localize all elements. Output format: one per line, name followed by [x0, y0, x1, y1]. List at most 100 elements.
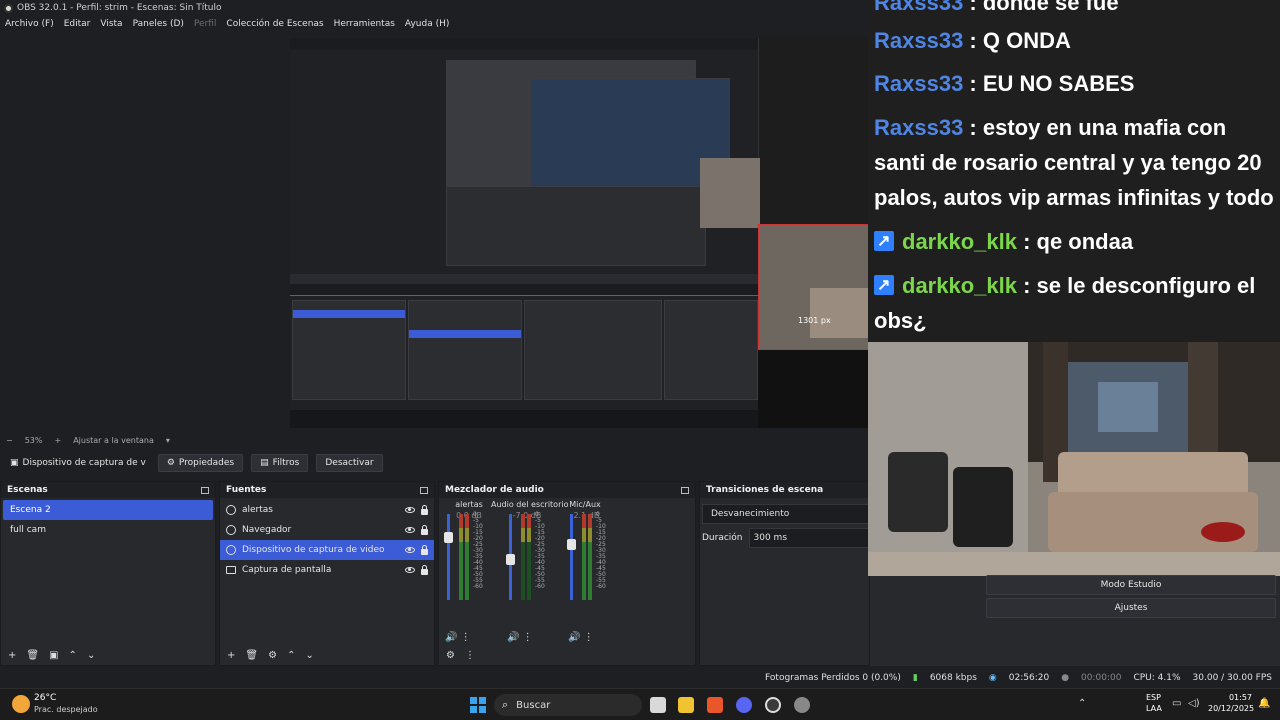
- gear-icon[interactable]: ⚙: [446, 650, 455, 661]
- brave-icon[interactable]: [707, 697, 723, 713]
- volume-fader[interactable]: [447, 514, 450, 600]
- menu-perfil[interactable]: Perfil: [194, 19, 217, 29]
- menu-coleccion[interactable]: Colección de Escenas: [226, 19, 323, 29]
- chevron-down-icon[interactable]: ▾: [166, 436, 170, 445]
- menu-archivo[interactable]: Archivo (F): [5, 19, 54, 29]
- stream-time: 02:56:20: [1008, 673, 1050, 683]
- language-layout[interactable]: LAA: [1146, 704, 1162, 713]
- notifications-icon[interactable]: 🔔: [1258, 698, 1270, 709]
- clock-date[interactable]: 20/12/2025: [1208, 704, 1254, 713]
- volume-fader[interactable]: [570, 514, 573, 600]
- settings-button[interactable]: Ajustes: [986, 598, 1276, 618]
- kick-icon: [874, 269, 894, 303]
- fader-knob[interactable]: [444, 532, 453, 543]
- room-image: [868, 342, 1280, 576]
- settings-app-icon[interactable]: [794, 697, 810, 713]
- weather-temp[interactable]: 26°C: [34, 693, 56, 703]
- transition-select[interactable]: Desvanecimiento: [702, 504, 869, 524]
- fit-window-label[interactable]: Ajustar a la ventana: [73, 436, 154, 445]
- source-item[interactable]: alertas: [220, 500, 434, 520]
- visibility-icon[interactable]: [405, 567, 415, 573]
- trash-icon[interactable]: 🗑: [245, 650, 258, 661]
- obs-icon[interactable]: [765, 697, 781, 713]
- clock-time[interactable]: 01:57: [1212, 693, 1252, 702]
- mixer-meters: 0 -5 -10 -15 -20 -25 -30 -35 -40 -45 -50 -55 -60 🔊 ⋮ 0…: [439, 482, 697, 667]
- lock-icon[interactable]: [421, 524, 428, 535]
- fader-knob[interactable]: [506, 553, 515, 565]
- visibility-icon[interactable]: [405, 507, 415, 513]
- source-item[interactable]: Navegador: [220, 520, 434, 540]
- volume-icon[interactable]: ◁): [1188, 698, 1200, 709]
- filters-button[interactable]: ▤ Filtros: [251, 454, 309, 472]
- visibility-icon[interactable]: [405, 547, 415, 553]
- meter-ticks: 0 -5 -10 -15 -20 -25 -30 -35 -40 -45 -50 -55 -60: [473, 512, 483, 590]
- undock-icon[interactable]: [201, 486, 209, 494]
- window-title: OBS 32.0.1 - Perfil: strim - Escenas: Si…: [17, 3, 222, 13]
- up-icon[interactable]: ⌃: [69, 650, 77, 661]
- lock-icon[interactable]: [421, 544, 428, 555]
- globe-icon: [226, 525, 236, 535]
- scene-item[interactable]: Escena 2: [3, 500, 213, 520]
- gear-icon[interactable]: ⚙: [268, 650, 277, 661]
- zoom-in-icon[interactable]: +: [54, 436, 61, 445]
- chat-username: Raxss33: [874, 115, 964, 140]
- source-item[interactable]: Captura de pantalla: [220, 560, 434, 580]
- discord-icon[interactable]: [736, 697, 752, 713]
- zoom-value: 53%: [24, 435, 43, 445]
- down-icon[interactable]: ⌄: [305, 650, 313, 661]
- speaker-icon[interactable]: 🔊 ⋮: [568, 632, 594, 643]
- trash-icon[interactable]: 🗑: [26, 650, 39, 661]
- chat-message: palos, autos vip armas infinitas y todo: [874, 181, 1274, 215]
- studio-mode-button[interactable]: Modo Estudio: [986, 575, 1276, 595]
- record-time: 00:00:00: [1081, 673, 1122, 683]
- signal-icon: ▮: [912, 673, 918, 683]
- scene-item[interactable]: full cam: [3, 520, 213, 540]
- menu-herramientas[interactable]: Herramientas: [334, 19, 395, 29]
- more-icon[interactable]: ⋮: [465, 650, 475, 661]
- speaker-icon[interactable]: 🔊 ⋮: [507, 632, 533, 643]
- windows-start-icon[interactable]: [470, 697, 486, 713]
- menu-editar[interactable]: Editar: [64, 19, 91, 29]
- menu-vista[interactable]: Vista: [100, 19, 122, 29]
- lock-icon[interactable]: [421, 564, 428, 575]
- file-explorer-icon[interactable]: [678, 697, 694, 713]
- transitions-header: Transiciones de escena: [700, 482, 869, 498]
- source-item[interactable]: Dispositivo de captura de video: [220, 540, 434, 560]
- gear-icon: ⚙: [166, 458, 175, 468]
- undock-icon[interactable]: [420, 486, 428, 494]
- speaker-icon[interactable]: 🔊 ⋮: [445, 632, 471, 643]
- meter-ticks: 0 -5 -10 -15 -20 -25 -30 -35 -40 -45 -50 -55 -60: [535, 512, 545, 590]
- weather-desc[interactable]: Prac. despejado: [34, 705, 98, 714]
- down-icon[interactable]: ⌄: [87, 650, 95, 661]
- duration-input[interactable]: 300 ms: [748, 528, 869, 548]
- scenes-dock: Escenas Escena 2 full cam + 🗑 ▣ ⌃ ⌄: [0, 481, 216, 666]
- deactivate-button[interactable]: Desactivar: [316, 454, 383, 472]
- lock-icon[interactable]: [421, 504, 428, 515]
- chat-message: Raxss33 : donde se fue: [874, 0, 1119, 20]
- visibility-icon[interactable]: [405, 527, 415, 533]
- up-icon[interactable]: ⌃: [287, 650, 295, 661]
- menu-ayuda[interactable]: Ayuda (H): [405, 19, 449, 29]
- meter-ticks: 0 -5 -10 -15 -20 -25 -30 -35 -40 -45 -50 -55 -60: [596, 512, 606, 590]
- fader-knob[interactable]: [567, 538, 576, 550]
- tray-chevron-icon[interactable]: ⌃: [1078, 698, 1086, 709]
- chat-message: Raxss33 : Q ONDA: [874, 24, 1071, 58]
- menu-paneles[interactable]: Paneles (D): [133, 19, 184, 29]
- network-icon[interactable]: ▭: [1172, 698, 1181, 709]
- chat-username: Raxss33: [874, 28, 964, 53]
- task-view-icon[interactable]: [650, 697, 666, 713]
- filter-icon[interactable]: ▣: [49, 650, 58, 661]
- status-bar: Fotogramas Perdidos 0 (0.0%) ▮ 6068 kbps…: [0, 670, 1280, 686]
- add-icon[interactable]: +: [8, 650, 16, 661]
- chat-text: obs¿: [874, 308, 927, 333]
- properties-button[interactable]: ⚙ Propiedades: [157, 454, 244, 472]
- chat-message: santi de rosario central y ya tengo 20: [874, 146, 1262, 180]
- monitor-icon: [226, 566, 236, 574]
- bitrate: 6068 kbps: [929, 673, 977, 683]
- scenes-header: Escenas: [1, 482, 215, 498]
- language-code[interactable]: ESP: [1146, 693, 1161, 702]
- taskbar-search[interactable]: ⌕ Buscar: [494, 694, 642, 716]
- add-icon[interactable]: +: [227, 650, 235, 661]
- preview-canvas[interactable]: 1301 px: [290, 38, 870, 428]
- zoom-out-icon[interactable]: −: [6, 436, 13, 445]
